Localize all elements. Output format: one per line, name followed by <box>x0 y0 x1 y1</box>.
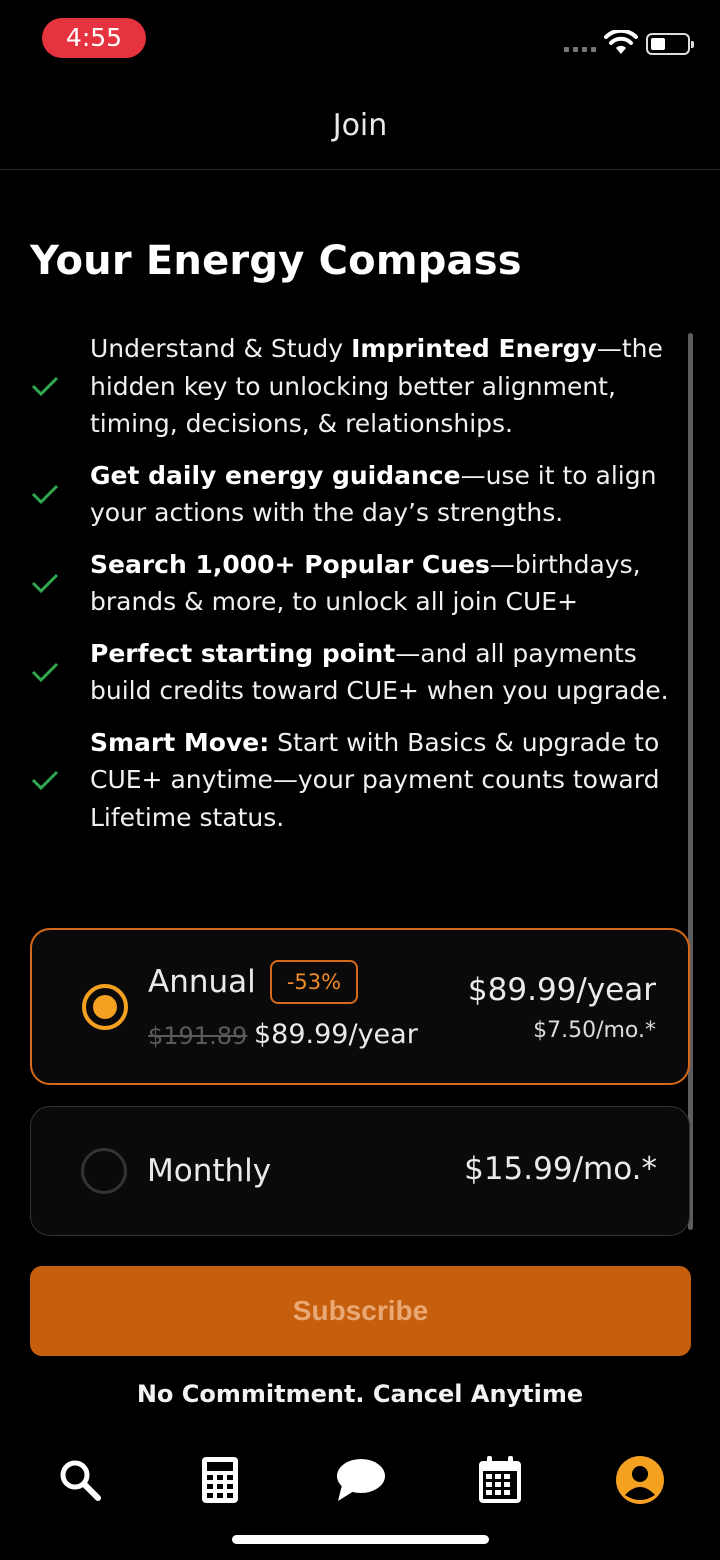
plan-name: Monthly <box>147 1153 272 1189</box>
subscribe-button[interactable]: Subscribe <box>30 1266 691 1356</box>
feature-item: Perfect starting point—and all payments … <box>30 635 690 710</box>
plan-name: Annual <box>148 964 256 1000</box>
tab-calculator[interactable] <box>192 1452 248 1508</box>
tab-bar <box>0 1440 720 1520</box>
battery-icon <box>646 33 694 55</box>
plan-price: $89.99/year <box>467 972 656 1008</box>
radio-unselected-icon[interactable] <box>81 1148 127 1194</box>
home-indicator[interactable] <box>232 1535 489 1544</box>
calculator-icon <box>202 1457 238 1503</box>
tab-calendar[interactable] <box>472 1452 528 1508</box>
feature-item: Smart Move: Start with Basics & upgrade … <box>30 724 690 837</box>
checkmark-icon <box>31 770 59 790</box>
checkmark-icon <box>31 573 59 594</box>
plan-price: $15.99/mo.* <box>464 1151 657 1187</box>
profile-icon <box>616 1456 664 1504</box>
no-commitment-note: No Commitment. Cancel Anytime <box>136 1380 584 1408</box>
checkmark-icon <box>31 377 59 397</box>
feature-item: Search 1,000+ Popular Cues—birthdays, br… <box>30 546 690 621</box>
tab-profile[interactable] <box>612 1452 668 1508</box>
chat-icon <box>337 1459 385 1501</box>
feature-item: Get daily energy guidance—use it to alig… <box>30 457 690 532</box>
discount-badge: -53% <box>270 960 358 1004</box>
header-title: Join <box>332 108 388 143</box>
discounted-price: $89.99/year <box>254 1019 418 1050</box>
radio-selected-icon[interactable] <box>82 984 128 1030</box>
tab-chat[interactable] <box>332 1452 388 1508</box>
tab-search[interactable] <box>52 1452 108 1508</box>
page-title: Your Energy Compass <box>30 238 522 284</box>
checkmark-icon <box>31 484 59 505</box>
feature-item: Understand & Study Imprinted Energy—the … <box>30 330 690 443</box>
search-icon <box>60 1460 101 1501</box>
cellular-signal-icon <box>564 47 596 52</box>
original-price: $191.89 <box>148 1022 248 1050</box>
status-bar: 4:55 <box>0 0 720 80</box>
checkmark-icon <box>31 662 59 683</box>
nav-header: Join <box>0 80 720 170</box>
wifi-icon <box>604 30 638 54</box>
calendar-icon <box>479 1456 521 1503</box>
plan-option-annual[interactable]: Annual -53% $191.89 $89.99/year $89.99/y… <box>30 928 690 1085</box>
scrollbar[interactable] <box>688 333 693 1230</box>
status-time: 4:55 <box>42 18 146 58</box>
per-month-price: $7.50/mo.* <box>533 1018 656 1043</box>
plan-option-monthly[interactable]: Monthly $15.99/mo.* <box>30 1106 690 1236</box>
feature-list: Understand & Study Imprinted Energy—the … <box>30 330 690 850</box>
